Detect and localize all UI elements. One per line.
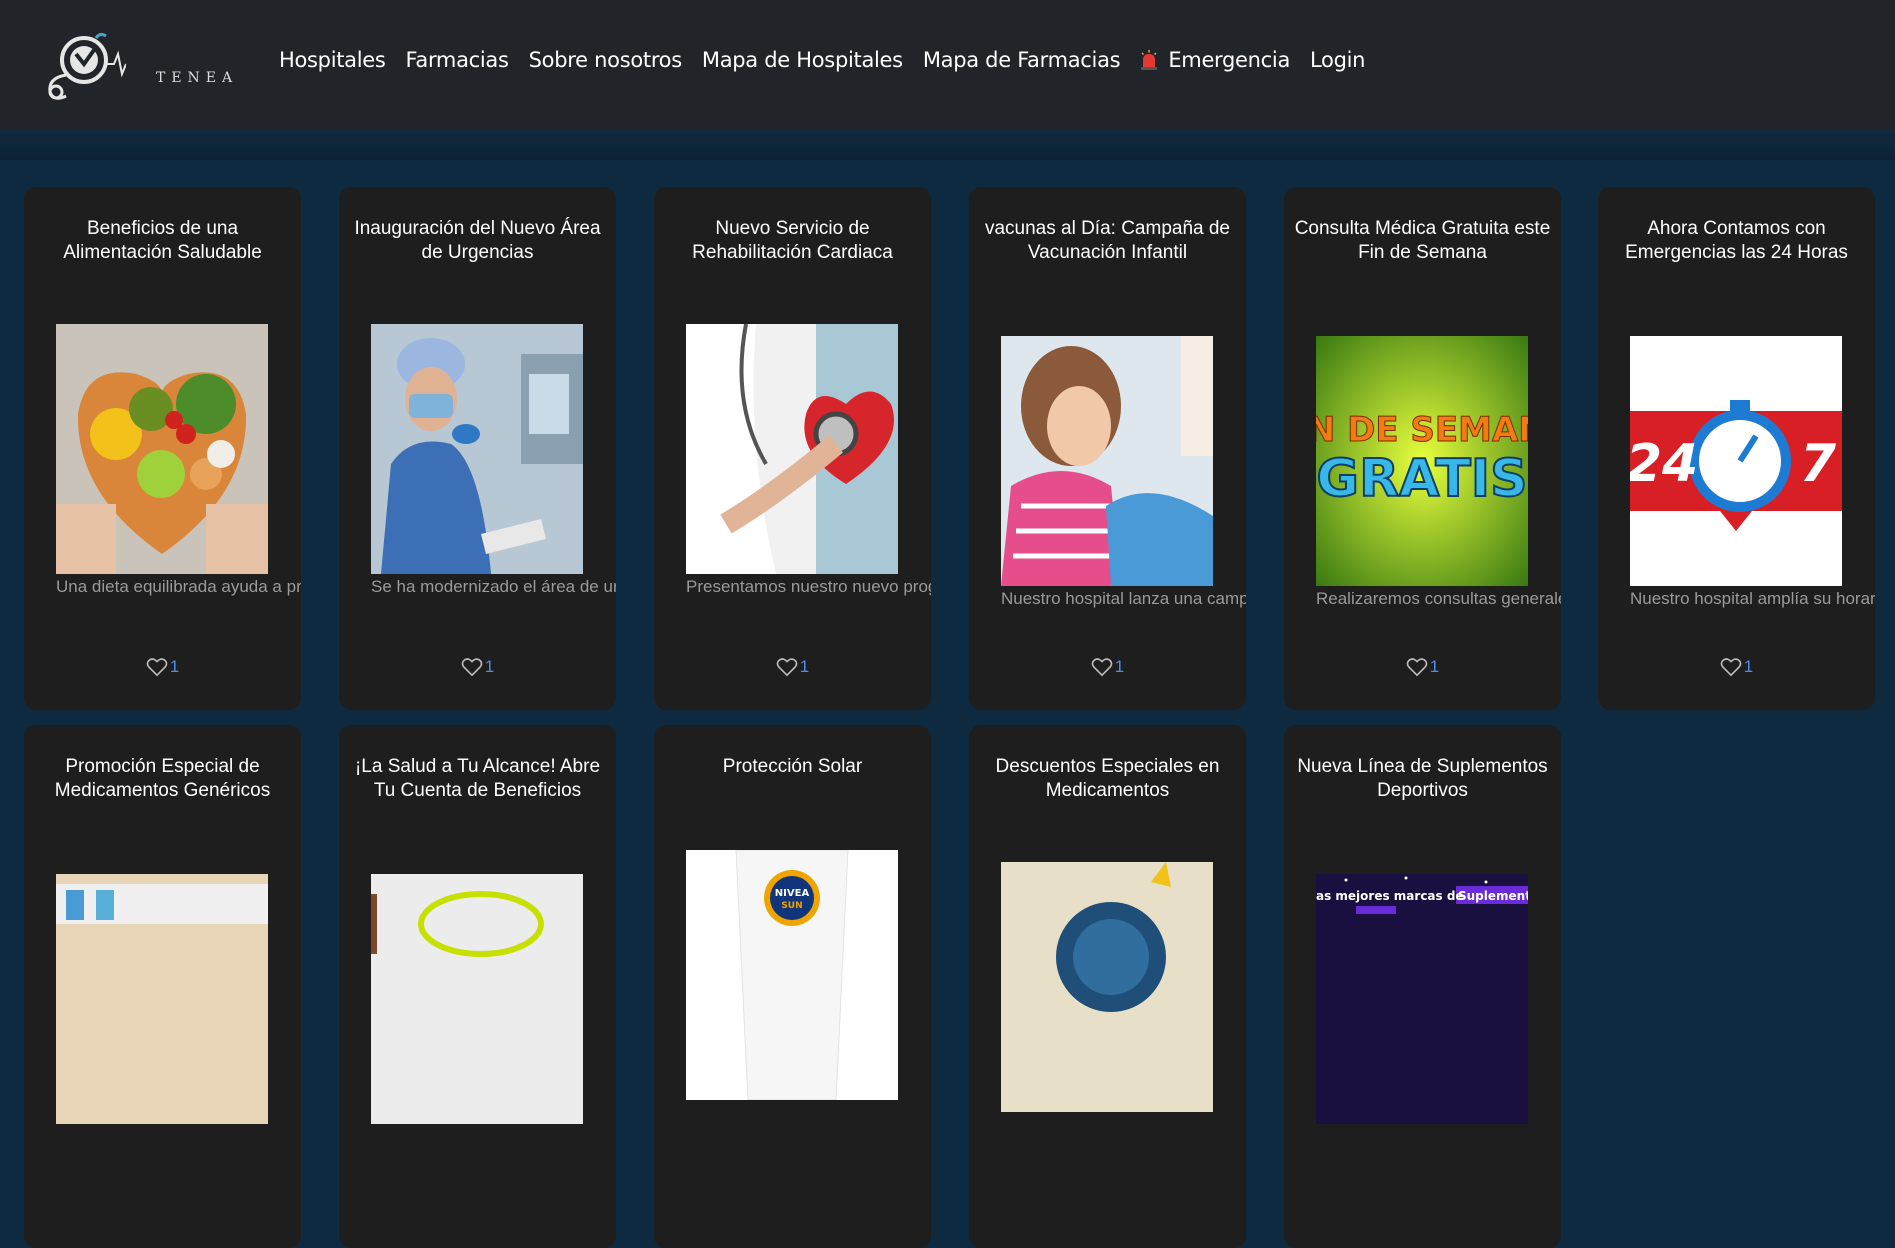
card-title: Ahora Contamos con Emergencias las 24 Ho… (1625, 218, 1848, 263)
card-description: Una dieta equilibrada ayuda a prevenir (56, 577, 301, 596)
nav-mapa-farmacias[interactable]: Mapa de Farmacias (923, 48, 1121, 72)
like-count: 1 (1743, 657, 1754, 676)
card-title: vacunas al Día: Campaña de Vacunación In… (984, 218, 1231, 263)
stethoscope-heart-image (686, 324, 898, 574)
heart-icon (776, 658, 798, 677)
like-button[interactable]: 1 (1598, 657, 1875, 677)
image-text-fin: FIN DE SEMANA (1316, 410, 1528, 450)
heart-icon (1091, 658, 1113, 677)
image-text-supplements: as mejores marcas de (1316, 889, 1464, 903)
like-count: 1 (484, 657, 495, 676)
surgeon-image (371, 324, 583, 574)
card-image[interactable] (371, 324, 583, 574)
card-image[interactable] (1001, 336, 1213, 586)
like-button[interactable]: 1 (969, 657, 1246, 677)
like-count: 1 (1429, 657, 1440, 676)
card-title: Beneficios de una Alimentación Saludable (63, 218, 262, 263)
card-image[interactable] (56, 324, 268, 574)
news-card[interactable]: Beneficios de una Alimentación Saludable… (24, 187, 301, 710)
card-description: Nuestro hospital lanza una campaña (1001, 589, 1246, 608)
news-card[interactable]: vacunas al Día: Campaña de Vacunación In… (969, 187, 1246, 710)
card-title: Consulta Médica Gratuita este Fin de Sem… (1294, 218, 1551, 263)
logo-icon (48, 32, 127, 100)
news-card[interactable]: Protección Solar NIVEA SUN (654, 725, 931, 1248)
card-image[interactable]: NIVEA SUN (686, 850, 898, 1100)
nav-mapa-hospitales[interactable]: Mapa de Hospitales (702, 48, 903, 72)
news-card[interactable]: Promoción Especial de Medicamentos Genér… (24, 725, 301, 1248)
nav-sobre-nosotros[interactable]: Sobre nosotros (529, 48, 683, 72)
discount-image (1001, 862, 1213, 1112)
nav-emergencia[interactable]: Emergencia (1140, 48, 1290, 72)
like-button[interactable]: 1 (654, 657, 931, 677)
card-title: Nuevo Servicio de Rehabilitación Cardiac… (692, 218, 893, 263)
news-card[interactable]: ¡La Salud a Tu Alcance! Abre Tu Cuenta d… (339, 725, 616, 1248)
nav-menu: Hospitales Farmacias Sobre nosotros Mapa… (279, 48, 1385, 72)
nav-hospitales[interactable]: Hospitales (279, 48, 386, 72)
card-title: ¡La Salud a Tu Alcance! Abre Tu Cuenta d… (354, 756, 601, 801)
image-text-gratis: GRATIS (1316, 449, 1527, 509)
image-text-nivea: NIVEA (775, 888, 810, 899)
heart-icon (461, 658, 483, 677)
image-text-24: 24 (1630, 434, 1698, 494)
card-description: Presentamos nuestro nuevo programa (686, 577, 931, 596)
fin-de-semana-image: FIN DE SEMANA GRATIS (1316, 336, 1528, 586)
image-text-supplements-hl: Suplement (1458, 889, 1528, 903)
supplements-image: as mejores marcas de Suplement (1316, 874, 1528, 1124)
alarm-icon (1141, 50, 1158, 70)
card-title: Protección Solar (722, 756, 863, 777)
like-button[interactable]: 1 (24, 657, 301, 677)
news-card[interactable]: Ahora Contamos con Emergencias las 24 Ho… (1598, 187, 1875, 710)
nav-farmacias[interactable]: Farmacias (406, 48, 509, 72)
card-image[interactable] (56, 874, 268, 1124)
news-card[interactable]: Nuevo Servicio de Rehabilitación Cardiac… (654, 187, 931, 710)
card-image[interactable] (686, 324, 898, 574)
like-count: 1 (799, 657, 810, 676)
card-image[interactable]: 24 7 (1630, 336, 1842, 586)
image-text-7: 7 (1800, 434, 1837, 494)
brand-logo[interactable]: TENEA (36, 30, 232, 104)
healthy-food-image (56, 324, 268, 574)
like-button[interactable]: 1 (1284, 657, 1561, 677)
sub-header-bar (0, 130, 1895, 160)
heart-icon (1720, 658, 1742, 677)
pharmacy-image (56, 874, 268, 1124)
card-image[interactable] (1001, 862, 1213, 1112)
card-title: Inauguración del Nuevo Área de Urgencias (354, 218, 601, 263)
like-button[interactable]: 1 (339, 657, 616, 677)
card-title: Descuentos Especiales en Medicamentos (995, 756, 1220, 801)
heart-icon (146, 658, 168, 677)
like-count: 1 (169, 657, 180, 676)
card-description: Nuestro hospital amplía su horario (1630, 589, 1875, 608)
card-description: Realizaremos consultas generales (1316, 589, 1561, 608)
news-card[interactable]: Descuentos Especiales en Medicamentos (969, 725, 1246, 1248)
stopwatch-24-7-image: 24 7 (1630, 336, 1842, 586)
image-text-sun: SUN (781, 901, 802, 911)
like-count: 1 (1114, 657, 1125, 676)
news-card[interactable]: Consulta Médica Gratuita este Fin de Sem… (1284, 187, 1561, 710)
nav-login[interactable]: Login (1310, 48, 1365, 72)
heart-icon (1406, 658, 1428, 677)
card-image[interactable]: as mejores marcas de Suplement (1316, 874, 1528, 1124)
card-image[interactable]: FIN DE SEMANA GRATIS (1316, 336, 1528, 586)
card-title: Nueva Línea de Suplementos Deportivos (1297, 756, 1548, 801)
navbar: TENEA Hospitales Farmacias Sobre nosotro… (0, 0, 1895, 130)
news-card[interactable]: Inauguración del Nuevo Área de Urgencias… (339, 187, 616, 710)
nivea-sun-image: NIVEA SUN (686, 850, 898, 1100)
card-image[interactable] (371, 874, 583, 1124)
child-vaccination-image (1001, 336, 1213, 586)
card-description: Se ha modernizado el área de urgencias (371, 577, 616, 596)
nav-emergencia-label: Emergencia (1168, 48, 1291, 72)
benefits-card-image (371, 874, 583, 1124)
card-title: Promoción Especial de Medicamentos Genér… (54, 756, 271, 801)
brand-name: TENEA (156, 70, 239, 86)
news-card[interactable]: Nueva Línea de Suplementos Deportivos as… (1284, 725, 1561, 1248)
